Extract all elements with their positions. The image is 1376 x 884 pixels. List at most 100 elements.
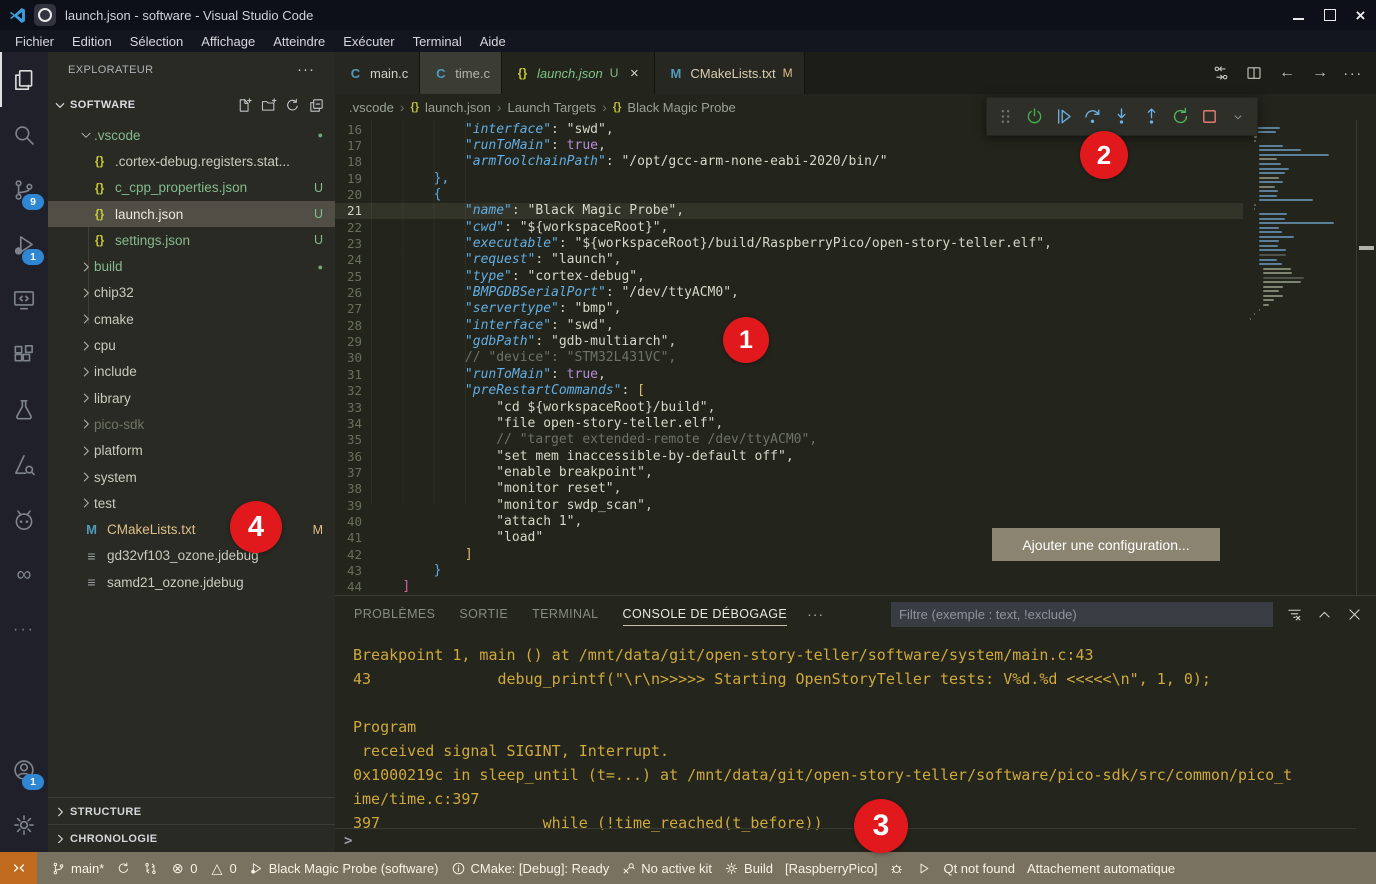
panel-action-filter-clear-icon[interactable] [1286, 606, 1303, 623]
statusbar-item-0[interactable]: ⊗0 [164, 852, 203, 884]
debug-step-out-button[interactable] [1139, 103, 1164, 131]
tree-item-build[interactable]: build● [48, 253, 335, 279]
statusbar-item-build[interactable]: Build [718, 852, 779, 884]
activitybar-item-accounts[interactable]: 1 [0, 742, 48, 797]
menu-item-affichage[interactable]: Affichage [192, 34, 264, 49]
debug-step-into-button[interactable] [1109, 103, 1134, 131]
debug-launch-button[interactable] [1022, 103, 1047, 131]
activitybar-item-search[interactable] [0, 107, 48, 162]
tree-item-.cortex-debug.registers.stat...[interactable]: {}.cortex-debug.registers.stat... [48, 148, 335, 174]
remote-indicator[interactable] [0, 852, 37, 884]
add-configuration-button[interactable]: Ajouter une configuration... [992, 528, 1220, 561]
statusbar-item[interactable] [883, 852, 910, 884]
activitybar-item-explorer[interactable] [0, 52, 48, 107]
statusbar-item-0[interactable]: △0 [203, 852, 242, 884]
breadcrumb-item[interactable]: launch.json [425, 100, 491, 115]
tree-item-CMakeLists.txt[interactable]: MCMakeLists.txtM [48, 516, 335, 542]
debug-restart-button[interactable] [1168, 103, 1193, 131]
statusbar-item-no-active-kit[interactable]: No active kit [615, 852, 718, 884]
breadcrumb-item[interactable]: .vscode [349, 100, 394, 115]
debug-filter-input[interactable] [891, 602, 1273, 627]
sidebar-action-refresh[interactable] [284, 97, 301, 114]
editor-action-split-editor[interactable] [1245, 64, 1263, 82]
tree-item-samd21-ozone.jdebug[interactable]: ≡samd21_ozone.jdebug [48, 569, 335, 595]
code-editor[interactable]: 16 "interface": "swd",17 "runToMain": tr… [335, 120, 1376, 595]
scrollbar-gutter[interactable] [1356, 120, 1357, 595]
panel-tab-terminal[interactable]: TERMINAL [532, 596, 598, 632]
debug-continue-button[interactable] [1051, 103, 1076, 131]
tree-item-.vscode[interactable]: .vscode● [48, 122, 335, 148]
tree-item-cpu[interactable]: cpu [48, 332, 335, 358]
panel-action-chevron-up-icon[interactable] [1316, 606, 1333, 623]
tree-item-launch.json[interactable]: {}launch.jsonU [48, 201, 335, 227]
activitybar-item-more-views[interactable]: ··· [0, 602, 48, 657]
sidebar-action-new-file[interactable] [236, 97, 253, 114]
statusbar-item[interactable] [110, 852, 137, 884]
menu-item-sélection[interactable]: Sélection [121, 34, 192, 49]
activitybar-item-run-and-debug[interactable]: 1 [0, 217, 48, 272]
tree-item-system[interactable]: system [48, 464, 335, 490]
close-button[interactable]: × [1345, 0, 1376, 30]
editor-action-back[interactable]: ← [1278, 64, 1296, 82]
statusbar-item[interactable] [137, 852, 164, 884]
timeline-section-header[interactable]: CHRONOLOGIE [48, 824, 335, 852]
statusbar-item-qt-not-found[interactable]: Qt not found [937, 852, 1021, 884]
panel-tab-probl-mes[interactable]: PROBLÈMES [354, 596, 435, 632]
activitybar-item-platformio[interactable] [0, 492, 48, 547]
tab-main.c[interactable]: Cmain.c [335, 52, 420, 94]
panel-action-close-icon[interactable] [1346, 606, 1363, 623]
statusbar-item-attachement-automatique[interactable]: Attachement automatique [1021, 852, 1181, 884]
maximize-button[interactable] [1314, 0, 1345, 30]
sidebar-action-collapse-all[interactable] [308, 97, 325, 114]
tree-item-settings.json[interactable]: {}settings.jsonU [48, 227, 335, 253]
close-tab-icon[interactable]: × [625, 64, 643, 82]
activitybar-item-remote-explorer[interactable] [0, 272, 48, 327]
sidebar-action-new-folder[interactable] [260, 97, 277, 114]
menu-item-atteindre[interactable]: Atteindre [264, 34, 334, 49]
panel-tab-sortie[interactable]: SORTIE [459, 596, 508, 632]
tree-item-chip32[interactable]: chip32 [48, 280, 335, 306]
activitybar-item-source-control[interactable]: 9 [0, 162, 48, 217]
statusbar-item-black-magic-probe-software-[interactable]: Black Magic Probe (software) [243, 852, 445, 884]
debug-console-input-row[interactable]: > [335, 828, 1356, 852]
tab-time.c[interactable]: Ctime.c [420, 52, 502, 94]
activitybar-item-vs-solution[interactable]: ∞ [0, 547, 48, 602]
debug-step-over-button[interactable] [1080, 103, 1105, 131]
menu-item-aide[interactable]: Aide [471, 34, 515, 49]
debug-stop-button[interactable] [1197, 103, 1222, 131]
breadcrumb-item[interactable]: Black Magic Probe [627, 100, 735, 115]
breadcrumb-item[interactable]: Launch Targets [508, 100, 597, 115]
debug-dropdown-button[interactable] [1226, 103, 1251, 131]
activitybar-item-manage[interactable] [0, 797, 48, 852]
panel-tab-console-de-d-bogage[interactable]: CONSOLE DE DÉBOGAGE [623, 596, 788, 632]
tree-item-include[interactable]: include [48, 359, 335, 385]
activitybar-item-testing[interactable] [0, 382, 48, 437]
tree-item-library[interactable]: library [48, 385, 335, 411]
statusbar-item-cmake-debug-ready[interactable]: CMake: [Debug]: Ready [445, 852, 616, 884]
editor-action-forward[interactable]: → [1311, 64, 1329, 82]
minimap[interactable] [1244, 122, 1356, 595]
menu-item-fichier[interactable]: Fichier [6, 34, 63, 49]
outline-section-header[interactable]: STRUCTURE [48, 797, 335, 825]
minimize-button[interactable] [1283, 0, 1314, 30]
editor-action-more[interactable]: ··· [1344, 64, 1362, 82]
tree-item-c-cpp-properties.json[interactable]: {}c_cpp_properties.jsonU [48, 175, 335, 201]
statusbar-item[interactable] [910, 852, 937, 884]
tree-item-test[interactable]: test [48, 490, 335, 516]
tab-launch.json[interactable]: {}launch.jsonU× [502, 52, 655, 94]
menu-item-edition[interactable]: Edition [63, 34, 121, 49]
activitybar-item-cmake-tools[interactable] [0, 437, 48, 492]
menu-item-exécuter[interactable]: Exécuter [334, 34, 403, 49]
tree-item-pico-sdk[interactable]: pico-sdk [48, 411, 335, 437]
statusbar-item--raspberrypico-[interactable]: [RaspberryPico] [779, 852, 883, 884]
sidebar-more-button[interactable]: ··· [297, 61, 315, 78]
tree-item-cmake[interactable]: cmake [48, 306, 335, 332]
statusbar-item-main-[interactable]: main* [45, 852, 110, 884]
tab-CMakeLists.txt[interactable]: MCMakeLists.txtM [655, 52, 804, 94]
editor-action-compare-changes[interactable] [1212, 64, 1230, 82]
menu-item-terminal[interactable]: Terminal [404, 34, 471, 49]
workspace-section-header[interactable]: SOFTWARE [48, 93, 335, 117]
tree-item-gd32vf103-ozone.jdebug[interactable]: ≡gd32vf103_ozone.jdebug [48, 543, 335, 569]
panel-more-button[interactable]: ··· [807, 606, 824, 622]
tree-item-platform[interactable]: platform [48, 438, 335, 464]
